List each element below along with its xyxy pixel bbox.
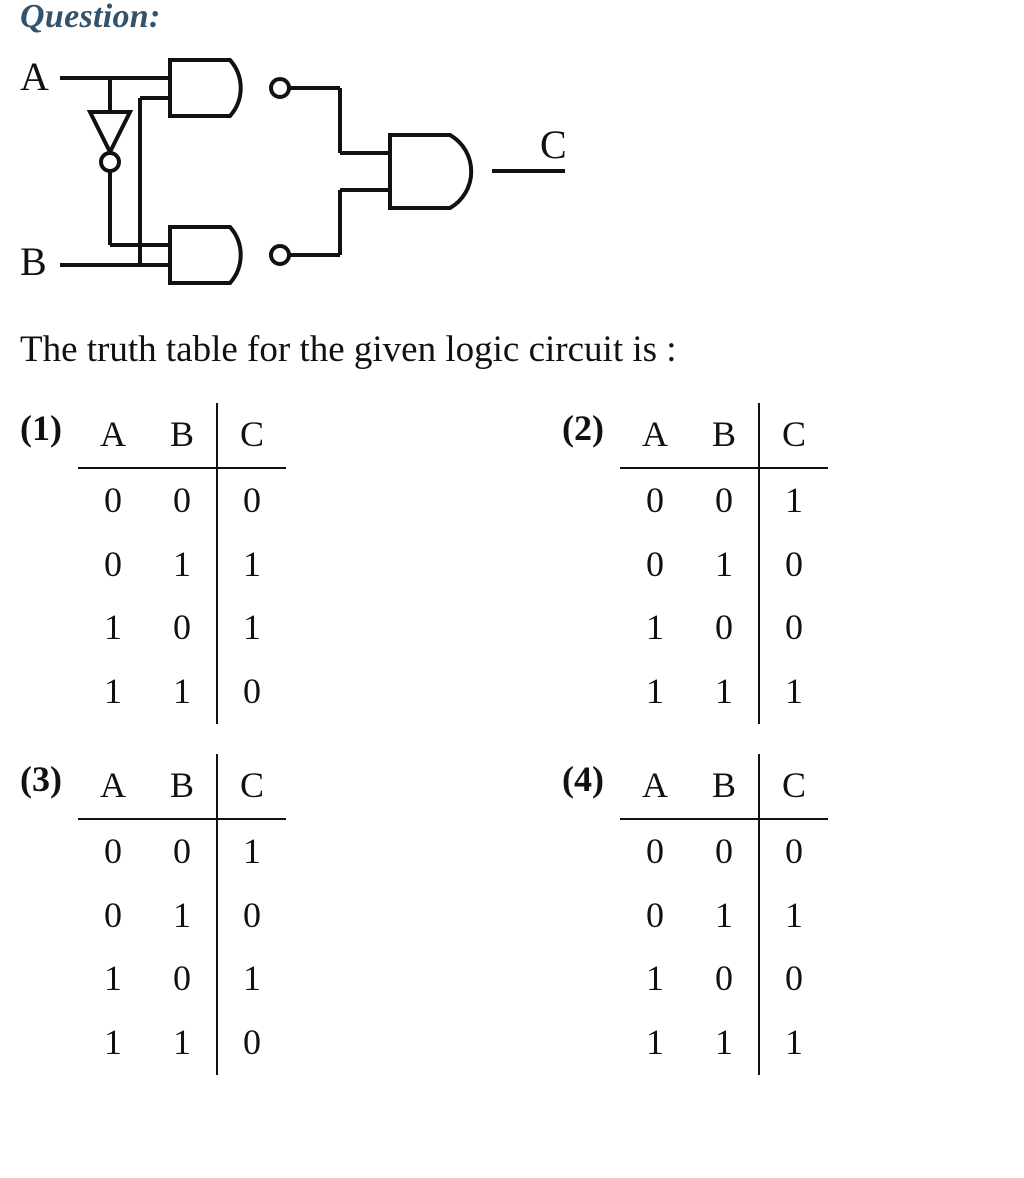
col-b: B	[148, 754, 217, 819]
option-number: (2)	[562, 403, 620, 449]
truth-table-2: A B C 001 010 100 111	[620, 403, 828, 724]
col-c: C	[759, 403, 828, 468]
not-bubble	[101, 153, 119, 171]
table-row: 100	[620, 596, 828, 660]
truth-table-1: A B C 000 011 101 110	[78, 403, 286, 724]
answer-options: (1) A B C 000 011 101 110 (2) A	[20, 403, 1004, 1105]
question-prompt: The truth table for the given logic circ…	[20, 325, 1004, 375]
nand-gate-top	[170, 60, 289, 116]
table-row: 100	[620, 947, 828, 1011]
not-gate	[90, 112, 130, 152]
table-row: 111	[620, 660, 828, 724]
question-page: Question: A B	[0, 0, 1024, 1178]
nand-gate-bottom	[170, 227, 289, 283]
table-row: 010	[620, 533, 828, 597]
col-c: C	[217, 403, 286, 468]
table-row: 000	[620, 819, 828, 884]
logic-circuit-diagram: A B	[20, 40, 1004, 305]
table-row: 110	[78, 1011, 286, 1075]
table-row: 011	[78, 533, 286, 597]
option-number: (3)	[20, 754, 78, 800]
col-b: B	[690, 754, 759, 819]
table-row: 101	[78, 596, 286, 660]
table-row: 001	[78, 819, 286, 884]
col-a: A	[620, 754, 690, 819]
option-1: (1) A B C 000 011 101 110	[20, 403, 462, 724]
option-number: (4)	[562, 754, 620, 800]
and-gate	[390, 135, 471, 208]
col-b: B	[690, 403, 759, 468]
input-a-label: A	[20, 54, 49, 99]
circuit-svg: A B	[20, 40, 610, 300]
table-row: 011	[620, 884, 828, 948]
table-row: 110	[78, 660, 286, 724]
col-a: A	[620, 403, 690, 468]
table-row: 001	[620, 468, 828, 533]
option-number: (1)	[20, 403, 78, 449]
option-2: (2) A B C 001 010 100 111	[562, 403, 1004, 724]
col-c: C	[217, 754, 286, 819]
question-label: Question:	[20, 0, 1004, 34]
table-row: 000	[78, 468, 286, 533]
truth-table-4: A B C 000 011 100 111	[620, 754, 828, 1075]
option-3: (3) A B C 001 010 101 110	[20, 754, 462, 1075]
table-row: 111	[620, 1011, 828, 1075]
table-row: 010	[78, 884, 286, 948]
col-a: A	[78, 403, 148, 468]
output-c-label: C	[540, 122, 567, 167]
table-row: 101	[78, 947, 286, 1011]
col-c: C	[759, 754, 828, 819]
col-a: A	[78, 754, 148, 819]
col-b: B	[148, 403, 217, 468]
option-4: (4) A B C 000 011 100 111	[562, 754, 1004, 1075]
truth-table-3: A B C 001 010 101 110	[78, 754, 286, 1075]
input-b-label: B	[20, 239, 47, 284]
